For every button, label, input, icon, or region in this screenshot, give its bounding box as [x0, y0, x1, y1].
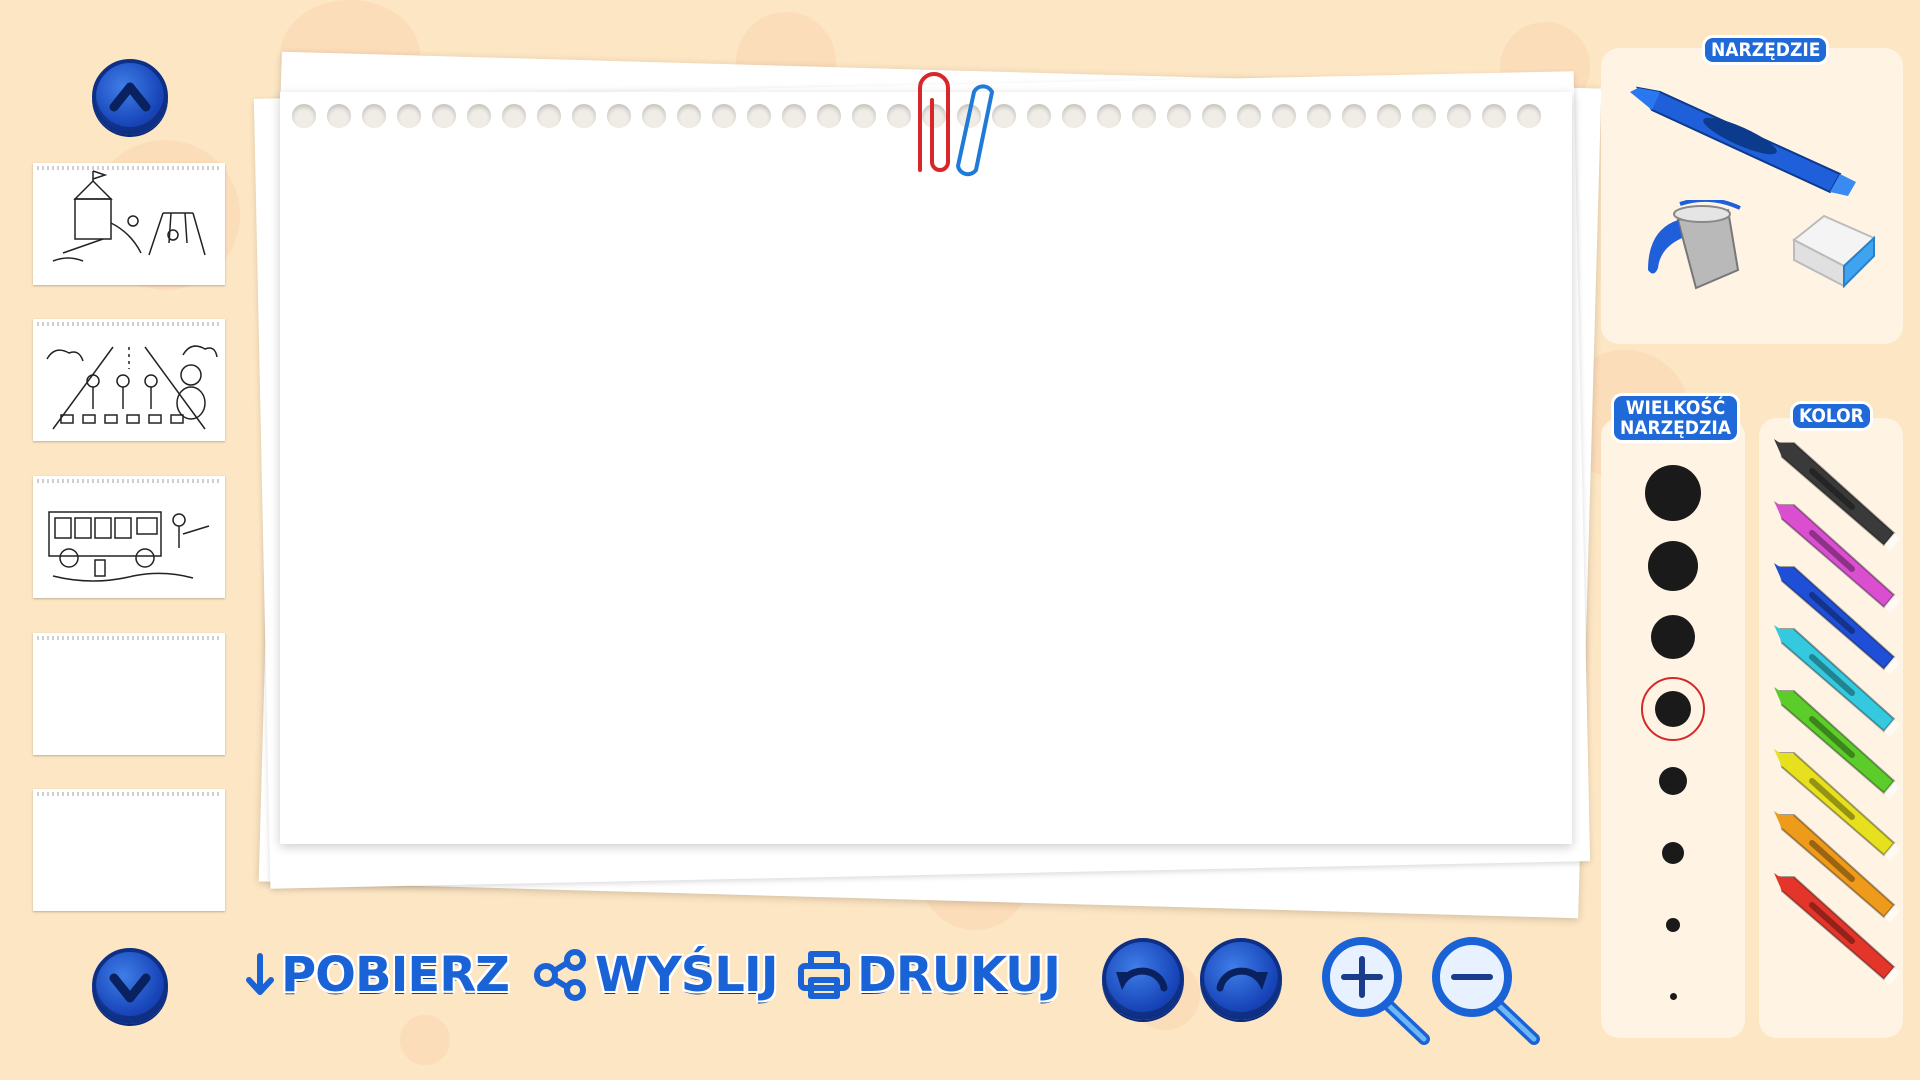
chevron-down-icon	[109, 973, 151, 1003]
drawing-canvas[interactable]	[280, 92, 1572, 844]
playground-sketch-icon	[52, 170, 206, 262]
share-icon	[533, 949, 589, 1001]
color-crayon-red[interactable]	[1772, 871, 1902, 991]
size-option-6[interactable]	[1662, 842, 1684, 864]
size-option-4[interactable]	[1655, 691, 1691, 727]
paper-clips-icon	[918, 72, 995, 177]
scroll-down-button[interactable]	[92, 948, 168, 1024]
undo-button[interactable]	[1102, 938, 1184, 1020]
tool-size-title: WIELKOŚĆ NARZĘDZIA	[1614, 396, 1737, 440]
size-option-5[interactable]	[1659, 767, 1687, 795]
thumbnail-blank-1[interactable]	[33, 633, 225, 755]
thumbnail-firetruck[interactable]	[33, 476, 225, 598]
send-button[interactable]: WYŚLIJ	[533, 945, 779, 1005]
crosswalk-sketch-icon	[46, 345, 218, 430]
zoom-out-button[interactable]	[1430, 935, 1546, 1047]
download-button[interactable]: POBIERZ	[245, 945, 510, 1005]
tools-panel-title: NARZĘDZIE	[1705, 38, 1827, 62]
download-label: POBIERZ	[281, 947, 510, 1003]
tool-size-title-line1: WIELKOŚĆ	[1625, 397, 1726, 419]
thumbnail-blank-2[interactable]	[33, 789, 225, 911]
print-label: DRUKUJ	[857, 947, 1061, 1003]
size-option-1[interactable]	[1645, 465, 1701, 521]
thumbnail-crosswalk[interactable]	[33, 319, 225, 441]
size-option-2[interactable]	[1648, 541, 1698, 591]
printer-icon	[797, 950, 851, 1000]
arrow-down-icon	[245, 950, 275, 1000]
chevron-up-icon	[109, 82, 151, 112]
scroll-up-button[interactable]	[92, 59, 168, 135]
color-panel-title: KOLOR	[1793, 404, 1870, 428]
size-option-7[interactable]	[1666, 918, 1680, 932]
print-button[interactable]: DRUKUJ	[797, 945, 1061, 1005]
redo-button[interactable]	[1200, 938, 1282, 1020]
size-option-8[interactable]	[1670, 993, 1677, 1000]
crayon-tool-icon[interactable]	[1630, 78, 1870, 198]
thumbnail-playground[interactable]	[33, 163, 225, 285]
undo-icon	[1116, 967, 1168, 992]
size-option-3[interactable]	[1651, 615, 1695, 659]
send-label: WYŚLIJ	[595, 947, 779, 1003]
paint-bucket-icon[interactable]	[1638, 200, 1748, 300]
redo-icon	[1216, 967, 1268, 992]
firetruck-sketch-icon	[48, 511, 210, 582]
zoom-in-button[interactable]	[1320, 935, 1436, 1047]
tool-size-title-line2: NARZĘDZIA	[1620, 417, 1731, 439]
eraser-icon[interactable]	[1784, 210, 1880, 290]
